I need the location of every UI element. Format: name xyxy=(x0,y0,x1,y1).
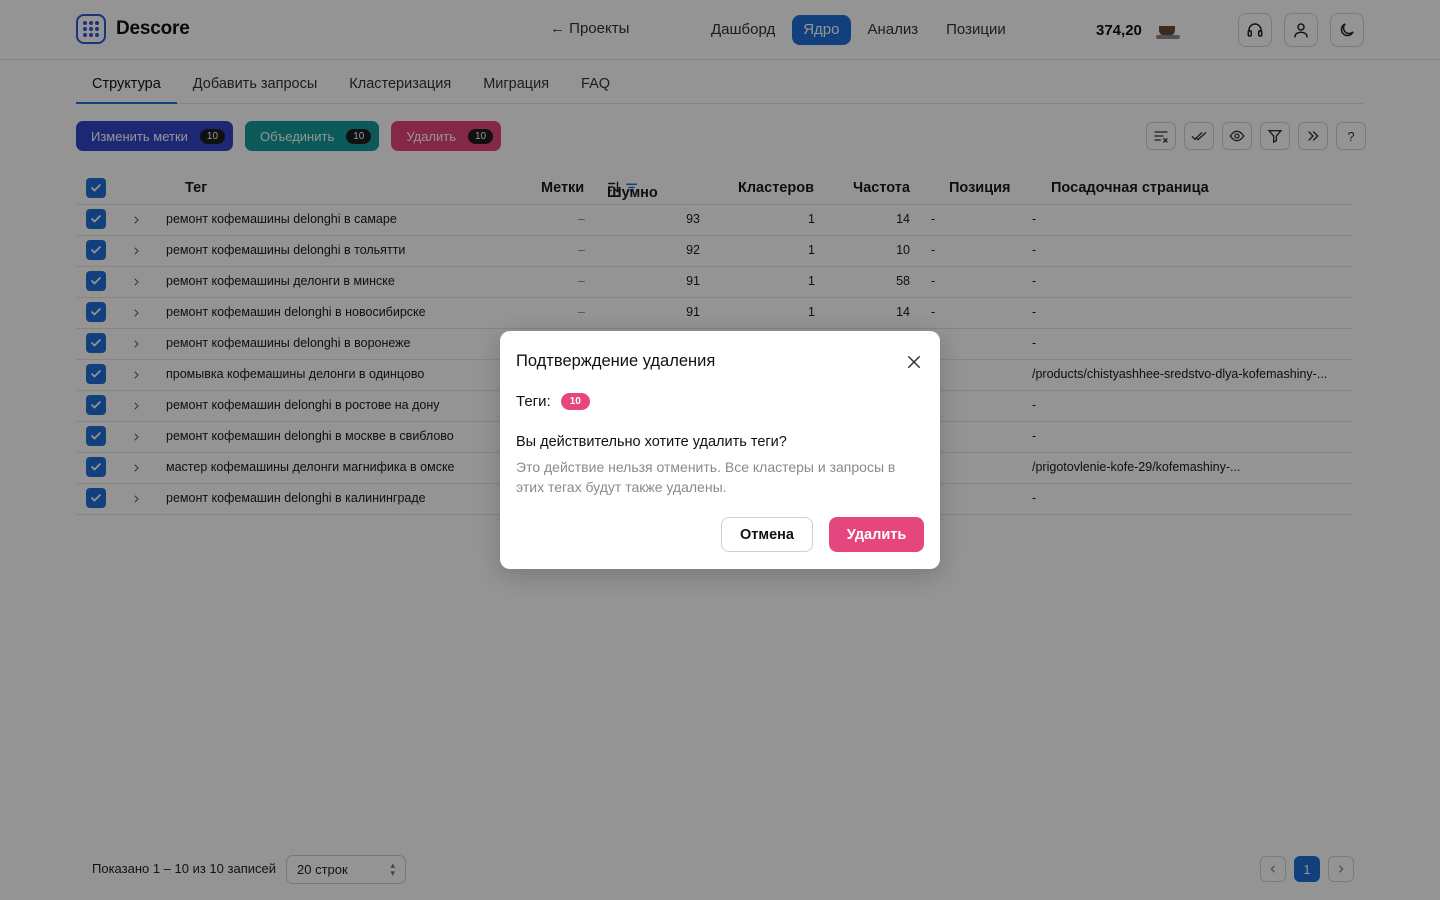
dialog-description: Это действие нельзя отменить. Все класте… xyxy=(516,459,896,495)
confirm-delete-button[interactable]: Удалить xyxy=(829,517,924,552)
close-icon[interactable] xyxy=(905,353,923,371)
dialog-tags-label: Теги: xyxy=(516,393,551,410)
dialog-question: Вы действительно хотите удалить теги? xyxy=(516,434,787,450)
cancel-button[interactable]: Отмена xyxy=(721,517,813,552)
delete-confirmation-dialog: Подтверждение удаления Теги: 10 Вы дейст… xyxy=(500,331,940,569)
dialog-tags: Теги: 10 xyxy=(516,393,590,410)
dialog-title: Подтверждение удаления xyxy=(516,352,716,370)
dialog-tags-count-badge: 10 xyxy=(560,393,590,410)
